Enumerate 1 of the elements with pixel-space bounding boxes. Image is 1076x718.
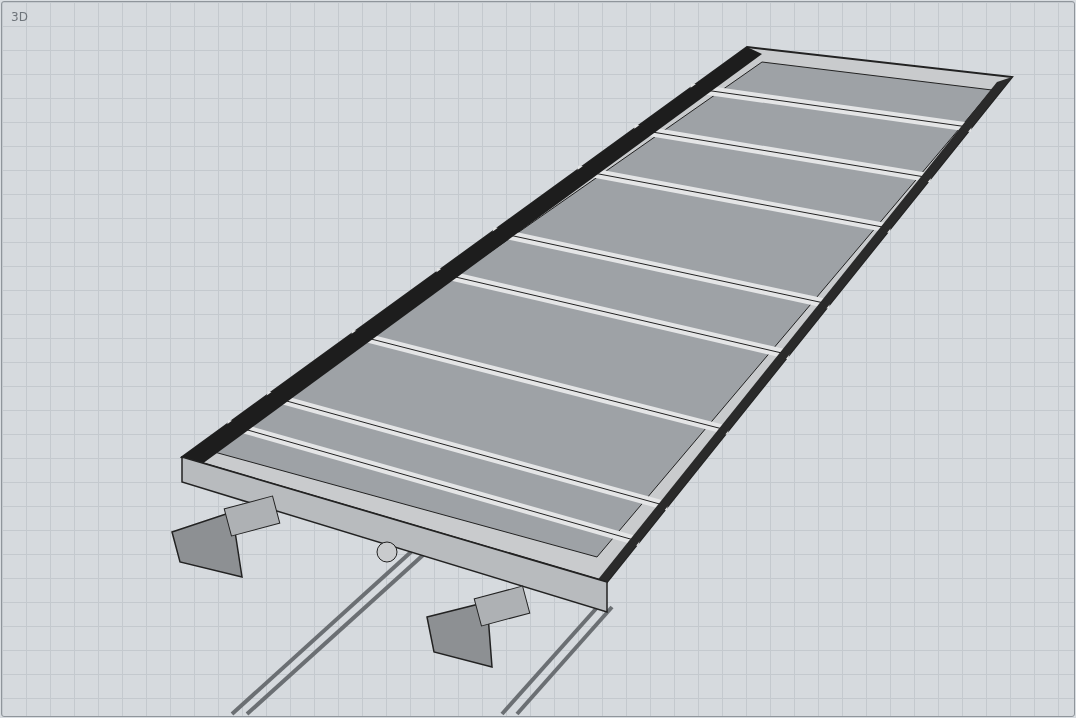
- viewport-title: 3D: [11, 10, 28, 24]
